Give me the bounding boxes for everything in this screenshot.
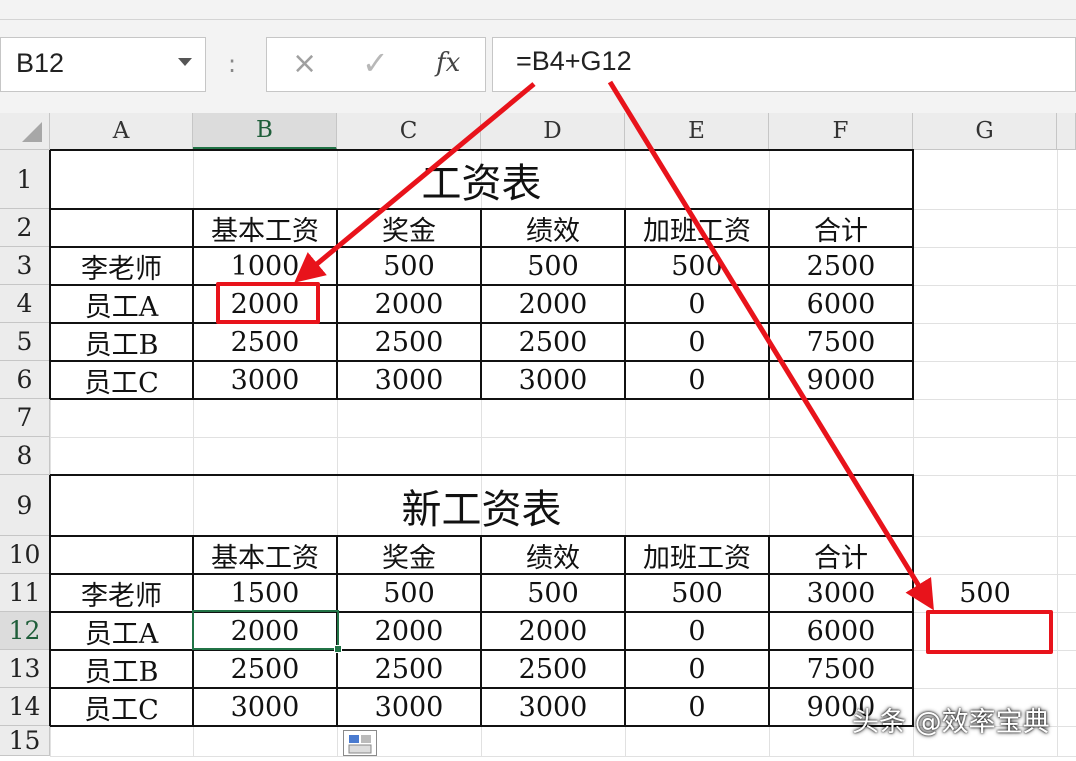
watermark-text: 头条 @效率宝典 xyxy=(852,707,1050,738)
annotation-arrows xyxy=(294,80,934,611)
gridline-h xyxy=(50,756,1076,757)
arrow-to-b4 xyxy=(294,82,536,283)
arrow-to-g12 xyxy=(607,80,934,611)
paste-options-icon[interactable] xyxy=(343,730,377,756)
